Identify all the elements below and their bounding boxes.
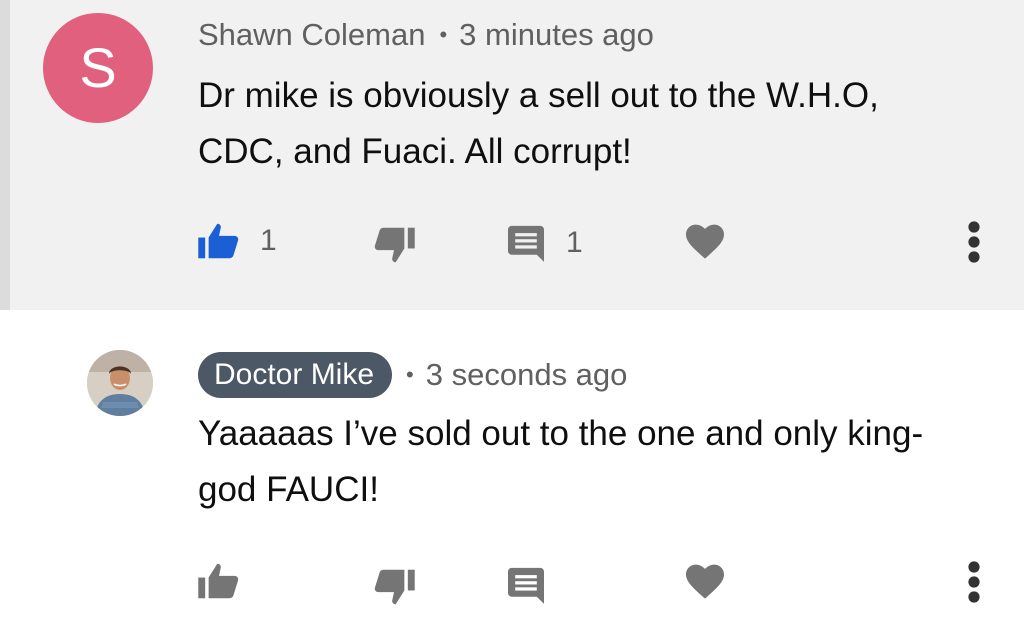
thumbs-up-icon	[198, 562, 240, 600]
reply-button[interactable]: 1	[508, 224, 583, 262]
thumbs-down-icon	[373, 568, 415, 606]
heart-icon	[686, 564, 724, 600]
dislike-button[interactable]	[373, 226, 415, 264]
profile-photo	[87, 350, 153, 416]
separator: •	[406, 362, 414, 387]
more-options-button[interactable]	[964, 220, 984, 264]
more-vertical-icon	[964, 220, 984, 264]
timestamp[interactable]: 3 minutes ago	[459, 17, 654, 53]
like-count: 1	[260, 224, 277, 257]
dislike-button[interactable]	[373, 568, 415, 606]
heart-icon	[686, 224, 724, 260]
more-options-button[interactable]	[964, 560, 984, 604]
separator: •	[439, 22, 448, 47]
more-vertical-icon	[964, 560, 984, 604]
creator-author-badge[interactable]: Doctor Mike	[198, 352, 393, 398]
thumbs-down-icon	[373, 226, 415, 264]
comment-text: Yaaaaas I’ve sold out to the one and onl…	[198, 414, 924, 509]
comment-text: Dr mike is obviously a sell out to the W…	[198, 76, 879, 171]
heart-button[interactable]	[686, 224, 724, 260]
thumbs-up-icon	[198, 222, 240, 260]
avatar[interactable]	[87, 350, 153, 416]
author-name[interactable]: Shawn Coleman	[198, 17, 425, 53]
heart-button[interactable]	[686, 564, 724, 600]
comment-item: Doctor Mike • 3 seconds ago Yaaaaas I’ve…	[0, 310, 1024, 636]
comment-header: Doctor Mike • 3 seconds ago	[198, 352, 627, 398]
reply-count: 1	[566, 226, 583, 259]
reply-icon	[508, 566, 544, 604]
reply-button[interactable]	[508, 566, 544, 604]
highlight-edge	[0, 0, 10, 310]
like-button[interactable]: 1	[198, 222, 277, 260]
avatar[interactable]: S	[43, 13, 153, 123]
comment-header: Shawn Coleman • 3 minutes ago	[198, 14, 654, 56]
reply-icon	[508, 224, 544, 262]
timestamp[interactable]: 3 seconds ago	[426, 357, 628, 393]
comment-item: S Shawn Coleman • 3 minutes ago Dr mike …	[0, 0, 1024, 310]
like-button[interactable]	[198, 562, 240, 600]
